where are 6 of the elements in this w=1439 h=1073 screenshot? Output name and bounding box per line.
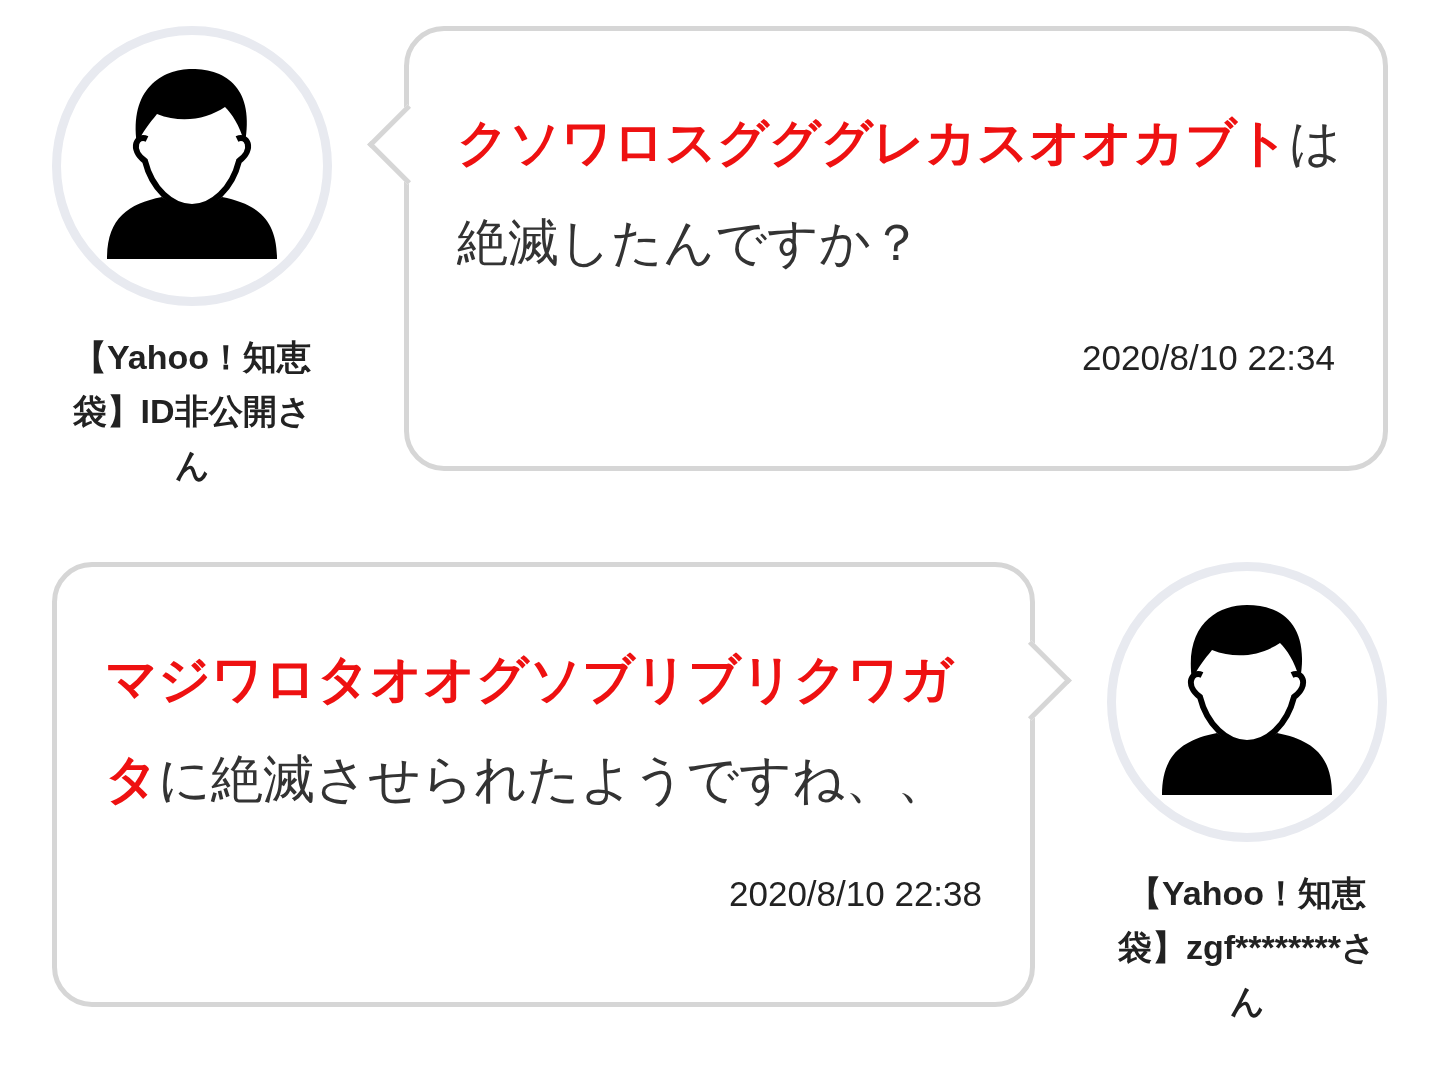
message-text: クソワロスグググレカスオオカブト は絶滅したんですか？ [457,112,1342,274]
user-name: 【Yahoo！知恵袋】zgf********さん [1117,873,1377,1022]
user-name: 【Yahoo！知恵袋】ID非公開さん [71,337,313,486]
message-text: マジワロタオオグソブリブリクワガタ に絶滅させられたようですね、、 [105,648,956,811]
timestamp: 2020/8/10 22:38 [729,874,982,914]
timestamp: 2020/8/10 22:34 [1082,338,1335,378]
